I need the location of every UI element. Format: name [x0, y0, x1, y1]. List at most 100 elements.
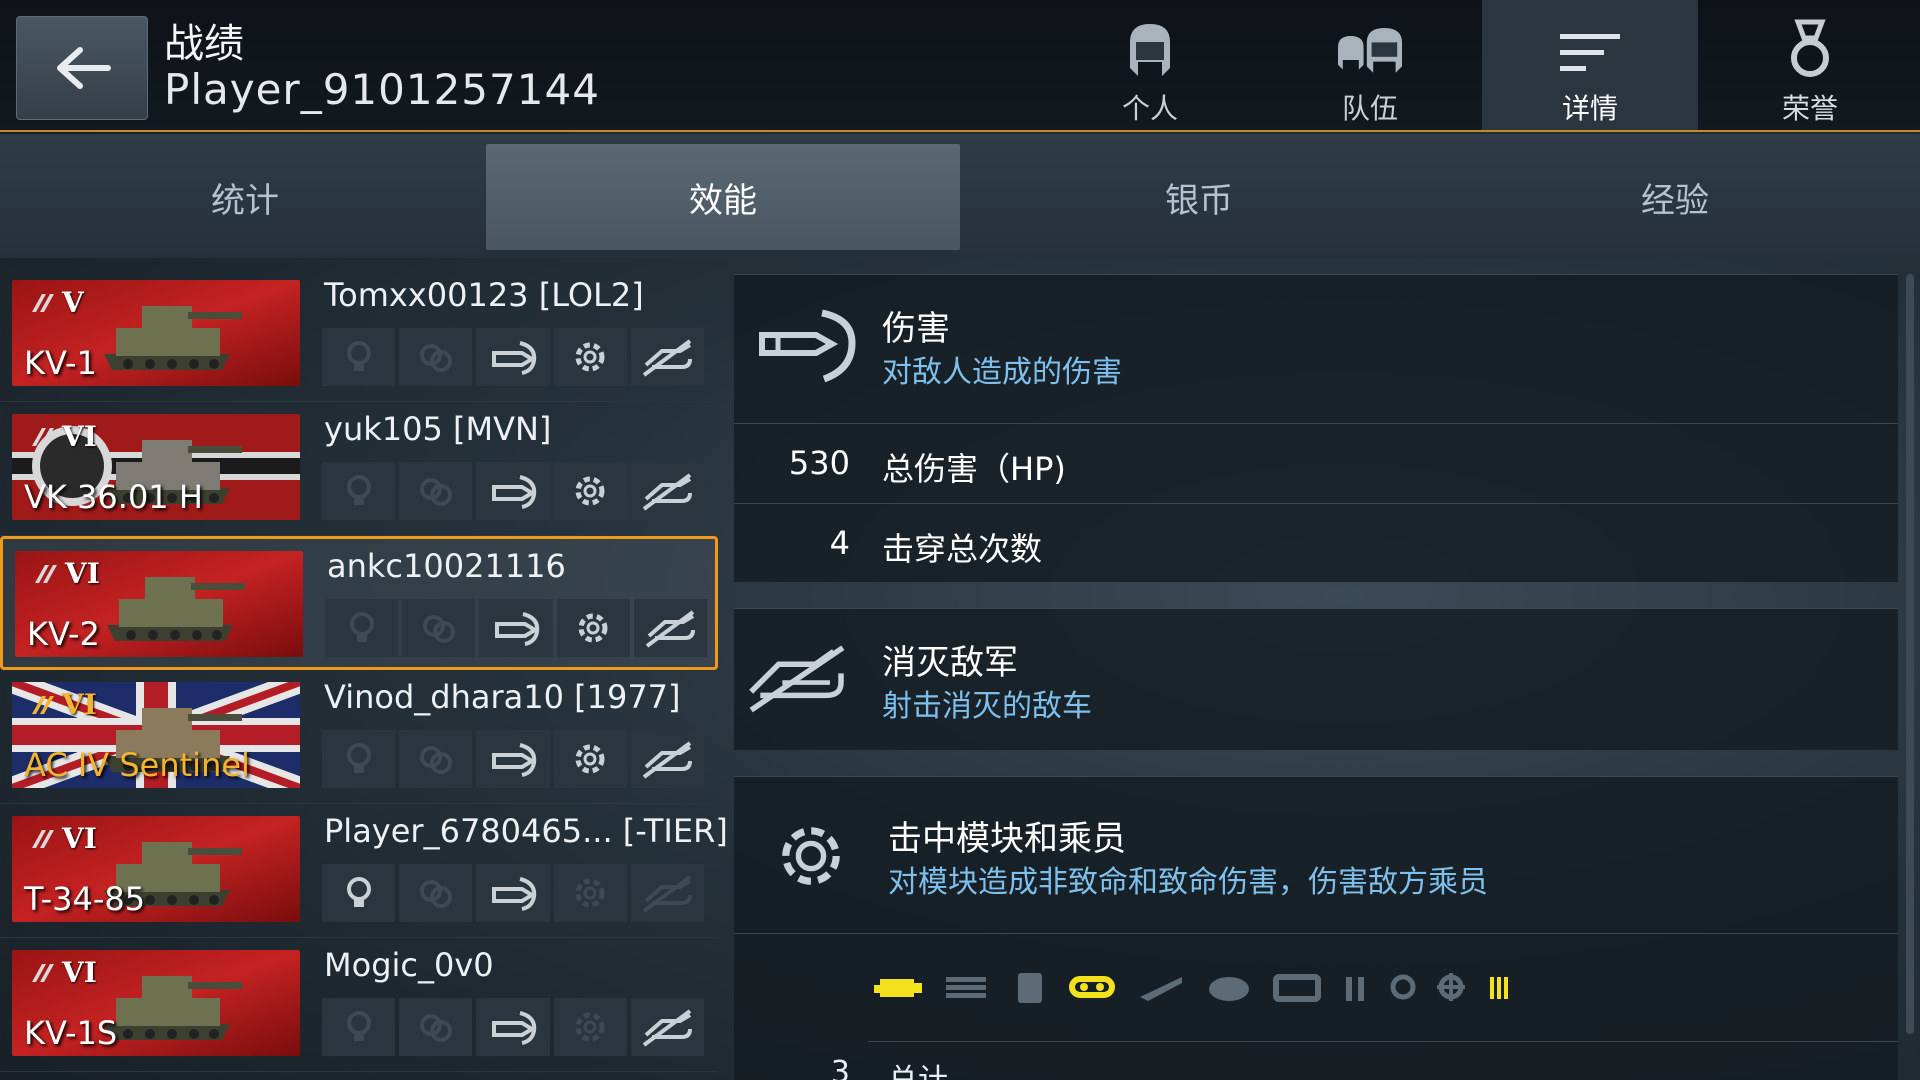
tier-label: V [62, 286, 84, 319]
destroyed-tank-icon [643, 1009, 693, 1047]
rank-chevron-icon [32, 428, 54, 446]
team-helmets-icon [1338, 28, 1402, 73]
stat-label: 击穿总次数 [882, 530, 1043, 568]
arrow-left-icon [57, 47, 111, 89]
player-list: V KV-1 Tomxx00123 [LOL2] VI VK 36.01 H yuk105… [0, 268, 728, 1080]
medal-strip [325, 599, 708, 657]
ammo-rack-icon [1018, 973, 1042, 1003]
tab-efficiency[interactable]: 效能 [486, 144, 960, 250]
shell-damage-icon [492, 877, 537, 911]
medal-slot [476, 864, 550, 922]
medal-slot [553, 998, 627, 1056]
shell-damage-icon [495, 612, 540, 646]
tier-label: VI [62, 420, 97, 453]
medal-slot [553, 730, 627, 788]
assist-icon [419, 1014, 452, 1042]
medal-slot [399, 730, 473, 788]
medal-slot [630, 328, 705, 386]
player-row[interactable]: VI T-34-85 Player_6780465... [-TIER] [0, 804, 728, 938]
transmission-icon [946, 977, 986, 998]
assist-icon [419, 478, 452, 506]
helmet-icon [1130, 24, 1170, 76]
player-name: Player_6780465... [-TIER] [324, 812, 728, 850]
destroyed-tank-icon [643, 473, 693, 511]
destroyed-tank-icon [646, 610, 696, 648]
tank-card: V KV-1 [12, 280, 300, 386]
medal-slot [553, 864, 627, 922]
medal-slot [553, 462, 627, 520]
tier-label: VI [62, 956, 97, 989]
back-button[interactable] [16, 16, 148, 120]
tab-credits[interactable]: 银币 [962, 144, 1436, 250]
modules-panel: 击中模块和乘员 对模块造成非致命和致命伤害，伤害敌方乘员 3 总计 [734, 776, 1898, 1080]
destroyed-tank-icon [749, 645, 845, 713]
top-bar: 战绩 Player_9101257144 个人 队伍 详情 荣誉 [0, 0, 1920, 132]
shell-damage-icon [492, 1011, 537, 1045]
player-row[interactable]: VI KV-2 ankc10021116 [0, 536, 718, 670]
tab-experience[interactable]: 经验 [1438, 144, 1912, 250]
assist-icon [419, 880, 452, 908]
tank-name: T-34-85 [24, 880, 146, 918]
nav-tab-honor[interactable]: 荣誉 [1702, 0, 1918, 130]
player-name: ankc10021116 [327, 547, 566, 585]
tab-statistics[interactable]: 统计 [8, 144, 482, 250]
rank-chevron-icon [32, 830, 54, 848]
medal-icon [1791, 19, 1829, 77]
tank-name: VK 36.01 H [24, 478, 203, 516]
destroyed-title: 消灭敌军 [882, 643, 1018, 683]
stat-row-penetrations: 4 击穿总次数 [734, 503, 1898, 583]
tank-name: KV-1S [24, 1014, 118, 1052]
scout-bulb-icon [346, 743, 371, 773]
gear-icon [578, 613, 608, 643]
destroyed-tank-icon [643, 875, 693, 913]
tank-card: VI T-34-85 [12, 816, 300, 922]
medal-slot [630, 730, 705, 788]
rank-chevron-icon [35, 565, 57, 583]
gear-icon [575, 878, 605, 908]
stat-value: 4 [829, 524, 850, 562]
player-row[interactable]: VI AC IV Sentinel Vinod_dhara10 [1977] [0, 670, 718, 804]
player-row[interactable]: V KV-1 Tomxx00123 [LOL2] [0, 268, 718, 402]
details-lines-icon [1560, 34, 1620, 71]
rank-chevron-icon [32, 294, 54, 312]
tank-card: VI KV-2 [15, 551, 303, 657]
destroyed-tank-icon [643, 741, 693, 779]
scout-bulb-icon [346, 341, 371, 371]
shell-damage-icon [492, 341, 537, 375]
medal-strip [322, 864, 705, 922]
stat-row-total-damage: 530 总伤害（HP) [734, 423, 1898, 503]
nav-tab-team[interactable]: 队伍 [1262, 0, 1478, 130]
medal-slot [630, 462, 705, 520]
scrollbar[interactable] [1906, 274, 1914, 1034]
medal-slot [633, 599, 708, 657]
tank-card: VI VK 36.01 H [12, 414, 300, 520]
medal-strip [322, 462, 705, 520]
tank-name: KV-1 [24, 344, 97, 382]
medal-strip [322, 730, 705, 788]
medal-slot [476, 328, 550, 386]
scout-bulb-icon [346, 1011, 371, 1041]
driver-icon [1390, 974, 1416, 1000]
commander-icon [1346, 977, 1364, 1001]
medal-slot [553, 328, 627, 386]
player-row[interactable]: VI KV-1S Mogic_0v0 [0, 938, 718, 1072]
medal-slot [322, 462, 396, 520]
player-id: Player_9101257144 [164, 65, 600, 114]
medal-slot [322, 864, 396, 922]
player-name: yuk105 [MVN] [324, 410, 552, 448]
stat-value: 530 [788, 444, 850, 482]
nav-tab-personal[interactable]: 个人 [1042, 0, 1258, 130]
subtab-bar: 统计 效能 银币 经验 [0, 134, 1920, 258]
medal-slot [322, 328, 396, 386]
tank-card: VI AC IV Sentinel [12, 682, 300, 788]
nav-tab-details[interactable]: 详情 [1482, 0, 1698, 130]
gear-icon [782, 827, 840, 885]
turret-icon [1209, 977, 1249, 1001]
engine-icon [874, 979, 922, 997]
player-row[interactable]: VI VK 36.01 H yuk105 [MVN] [0, 402, 718, 536]
scout-bulb-icon [346, 877, 371, 907]
tank-card: VI KV-1S [12, 950, 300, 1056]
damage-panel: 伤害 对敌人造成的伤害 530 总伤害（HP) 4 击穿总次数 [734, 274, 1898, 582]
gear-icon [575, 744, 605, 774]
gear-icon [575, 342, 605, 372]
